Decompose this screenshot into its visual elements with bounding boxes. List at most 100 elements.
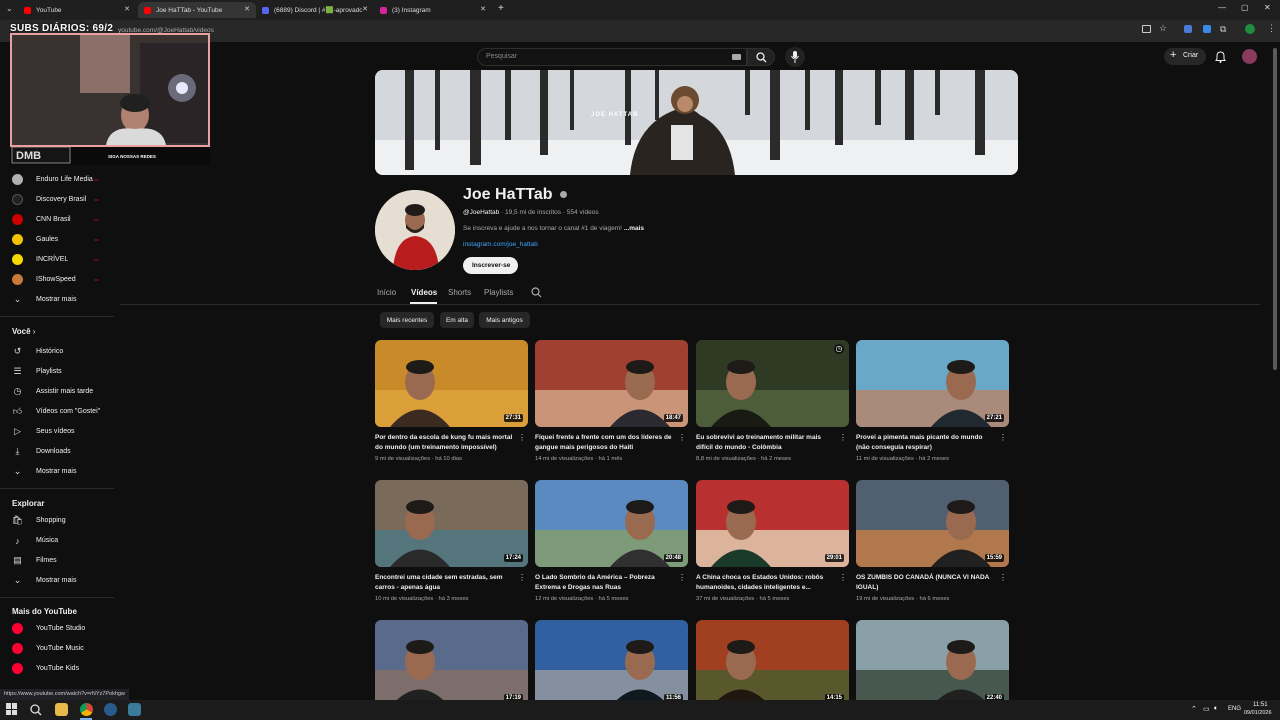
video-menu-icon[interactable]: ⋮: [518, 433, 526, 442]
tab-discord[interactable]: (6889) Discord | #🟩-aprovado ✕: [256, 2, 374, 18]
video-thumbnail[interactable]: 15:59: [856, 480, 1009, 567]
video-title[interactable]: Por dentro da escola de kung fu mais mor…: [375, 433, 515, 453]
puzzle-extensions-icon[interactable]: ⧉: [1220, 24, 1226, 35]
cast-icon[interactable]: [1142, 25, 1151, 33]
network-icon[interactable]: ▭: [1203, 705, 1210, 713]
video-thumbnail[interactable]: 17:19: [375, 620, 528, 700]
video-menu-icon[interactable]: ⋮: [999, 433, 1007, 442]
sidebar-item-youtube-kids[interactable]: YouTube Kids: [0, 660, 112, 678]
minimize-icon[interactable]: —: [1218, 3, 1226, 12]
sidebar-item-watch-later[interactable]: ◷ Assistir mais tarde: [0, 383, 112, 401]
video-card[interactable]: 11:56: [535, 620, 688, 700]
video-title[interactable]: Encontrei uma cidade sem estradas, sem c…: [375, 573, 515, 593]
bookmark-star-icon[interactable]: ☆: [1159, 23, 1167, 34]
channel-description[interactable]: Se inscreva e ajude a nos tornar o canal…: [463, 225, 644, 232]
video-thumbnail[interactable]: 11:56: [535, 620, 688, 700]
sidebar-item-discovery[interactable]: Discovery Brasil: [0, 191, 112, 209]
sidebar-item-movies[interactable]: ▤ Filmes: [0, 552, 112, 570]
watch-later-icon[interactable]: ◷: [834, 344, 844, 354]
video-card[interactable]: 17:19: [375, 620, 528, 700]
create-button[interactable]: + Criar: [1164, 48, 1206, 65]
video-title[interactable]: O Lado Sombrio da América – Pobreza Extr…: [535, 573, 675, 593]
description-more-link[interactable]: ...mais: [624, 225, 644, 232]
video-menu-icon[interactable]: ⋮: [839, 573, 847, 582]
steam-icon[interactable]: [104, 703, 117, 716]
video-thumbnail[interactable]: 22:40: [856, 620, 1009, 700]
chip-most-recent[interactable]: Mais recentes: [380, 312, 434, 328]
close-tab-icon[interactable]: ✕: [124, 5, 130, 13]
subscribe-button[interactable]: Inscrever-se: [463, 257, 518, 274]
app-icon[interactable]: [128, 703, 141, 716]
clock-time[interactable]: 11:51: [1253, 702, 1268, 708]
user-avatar[interactable]: [1242, 49, 1257, 64]
sidebar-item-liked[interactable]: 👍︎ Vídeos com "Gostei": [0, 403, 112, 421]
chrome-icon[interactable]: [80, 703, 93, 716]
video-card[interactable]: 14:15: [696, 620, 849, 700]
close-window-icon[interactable]: ✕: [1264, 3, 1271, 12]
sidebar-show-more-subscriptions[interactable]: ⌄ Mostrar mais: [0, 291, 112, 309]
keyboard-icon[interactable]: [732, 54, 741, 60]
video-card[interactable]: ◷ Eu sobrevivi ao treinamento militar mai…: [696, 340, 849, 470]
file-explorer-icon[interactable]: [55, 703, 68, 716]
tab-videos[interactable]: Vídeos: [411, 288, 437, 297]
tab-shorts[interactable]: Shorts: [448, 288, 471, 297]
tab-youtube[interactable]: YouTube ✕: [18, 2, 136, 18]
sidebar-item-history[interactable]: ↺ Histórico: [0, 343, 112, 361]
sidebar-you-header[interactable]: Você ›: [12, 327, 35, 336]
tray-chevron-icon[interactable]: ⌃: [1191, 705, 1197, 713]
video-thumbnail[interactable]: 29:01: [696, 480, 849, 567]
sidebar-item-cnn[interactable]: CNN Brasil: [0, 211, 112, 229]
video-thumbnail[interactable]: 27:21: [856, 340, 1009, 427]
video-menu-icon[interactable]: ⋮: [839, 433, 847, 442]
close-tab-icon[interactable]: ✕: [244, 5, 250, 13]
voice-search-button[interactable]: [785, 47, 805, 67]
chip-popular[interactable]: Em alta: [440, 312, 474, 328]
extension-icon[interactable]: [1203, 25, 1211, 33]
sidebar-item-enduro[interactable]: Enduro Life Media: [0, 171, 112, 189]
video-card[interactable]: 27:31 Por dentro da escola de kung fu mai…: [375, 340, 528, 470]
video-menu-icon[interactable]: ⋮: [518, 573, 526, 582]
sidebar-show-more-you[interactable]: ⌄ Mostrar mais: [0, 463, 112, 481]
search-button[interactable]: [747, 48, 775, 66]
video-menu-icon[interactable]: ⋮: [678, 573, 686, 582]
sidebar-item-incrivel[interactable]: INCRÍVEL: [0, 251, 112, 269]
video-thumbnail[interactable]: ◷: [696, 340, 849, 427]
video-card[interactable]: 15:59 OS ZUMBIS DO CANADÁ (NUNCA VI NADA …: [856, 480, 1009, 610]
sidebar-item-ishowspeed[interactable]: IShowSpeed: [0, 271, 112, 289]
tab-playlists[interactable]: Playlists: [484, 288, 513, 297]
video-title[interactable]: OS ZUMBIS DO CANADÁ (NUNCA VI NADA IGUAL…: [856, 573, 996, 593]
sidebar-item-gaules[interactable]: Gaules: [0, 231, 112, 249]
windows-start-icon[interactable]: [6, 703, 18, 715]
sidebar-item-playlists[interactable]: ☰ Playlists: [0, 363, 112, 381]
sidebar-item-your-videos[interactable]: ▷ Seus vídeos: [0, 423, 112, 441]
video-card[interactable]: 29:01 A China choca os Estados Unidos: ro…: [696, 480, 849, 610]
maximize-icon[interactable]: ▢: [1241, 3, 1249, 12]
video-thumbnail[interactable]: 27:31: [375, 340, 528, 427]
volume-icon[interactable]: 🔈︎: [1214, 705, 1218, 713]
sidebar-item-music[interactable]: ♪ Música: [0, 532, 112, 550]
video-menu-icon[interactable]: ⋮: [678, 433, 686, 442]
sidebar-item-youtube-studio[interactable]: YouTube Studio: [0, 620, 112, 638]
notifications-bell-icon[interactable]: [1215, 51, 1226, 63]
video-card[interactable]: 22:40: [856, 620, 1009, 700]
tab-instagram[interactable]: (3) Instagram ✕: [374, 2, 492, 18]
video-thumbnail[interactable]: 14:15: [696, 620, 849, 700]
video-menu-icon[interactable]: ⋮: [999, 573, 1007, 582]
channel-search-icon[interactable]: [531, 287, 542, 298]
tab-joe-hattab[interactable]: Joe HaTTab - YouTube ✕: [138, 2, 256, 18]
new-tab-icon[interactable]: +: [498, 3, 504, 14]
video-title[interactable]: Eu sobrevivi ao treinamento militar mais…: [696, 433, 836, 453]
channel-link[interactable]: instagram.com/joe_hattab: [463, 241, 538, 248]
page-scrollbar[interactable]: [1273, 48, 1277, 370]
video-title[interactable]: Fiquei frente a frente com um dos lídere…: [535, 433, 675, 453]
video-card[interactable]: 20:48 O Lado Sombrio da América – Pobreza…: [535, 480, 688, 610]
language-indicator[interactable]: ENG: [1228, 706, 1241, 712]
video-card[interactable]: 17:24 Encontrei uma cidade sem estradas, …: [375, 480, 528, 610]
profile-avatar[interactable]: [1245, 24, 1255, 34]
sidebar-item-downloads[interactable]: ⤓ Downloads: [0, 443, 112, 461]
close-tab-icon[interactable]: ✕: [362, 5, 368, 13]
search-box[interactable]: Pesquisar: [477, 48, 747, 66]
video-thumbnail[interactable]: 17:24: [375, 480, 528, 567]
video-thumbnail[interactable]: 20:48: [535, 480, 688, 567]
close-tab-icon[interactable]: ✕: [480, 5, 486, 13]
